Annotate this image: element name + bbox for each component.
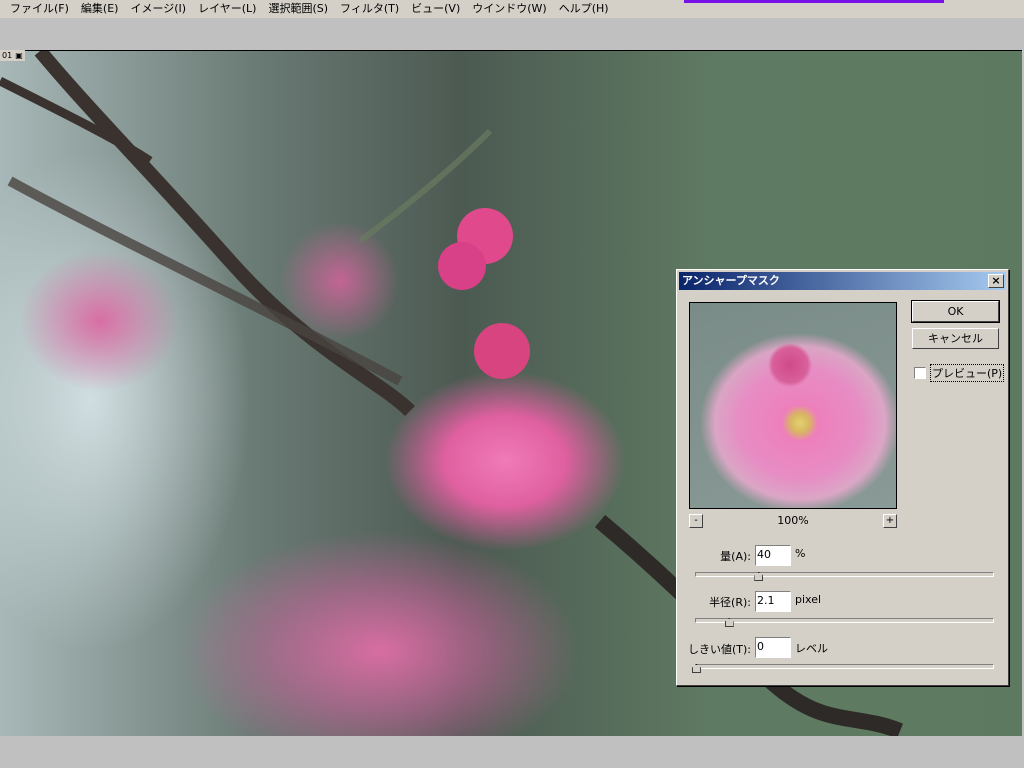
menu-layer[interactable]: レイヤー(L) [192, 0, 262, 18]
zoom-out-button[interactable]: - [689, 514, 703, 528]
ok-button[interactable]: OK [911, 300, 1000, 323]
menu-help[interactable]: ヘルプ(H) [553, 0, 615, 18]
threshold-slider[interactable] [692, 664, 994, 673]
menu-view[interactable]: ビュー(V) [405, 0, 466, 18]
zoom-in-button[interactable]: + [883, 514, 897, 528]
dialog-titlebar[interactable]: アンシャープマスク × [679, 272, 1006, 290]
threshold-unit: レベル [795, 642, 828, 655]
threshold-label: しきい値(T): [687, 643, 751, 656]
checkbox-box[interactable] [914, 367, 926, 379]
radius-slider[interactable] [695, 618, 994, 627]
menu-image[interactable]: イメージ(I) [124, 0, 192, 18]
close-button[interactable]: × [988, 274, 1004, 288]
image-icon: ▣ [15, 51, 23, 60]
taskbar-highlight [684, 0, 944, 3]
menu-select[interactable]: 選択範囲(S) [262, 0, 334, 18]
threshold-input[interactable]: 0 [755, 637, 791, 658]
amount-slider[interactable] [695, 572, 994, 581]
preview-image[interactable] [689, 302, 897, 509]
menu-edit[interactable]: 編集(E) [75, 0, 125, 18]
amount-input[interactable]: 40 [755, 545, 791, 566]
cancel-button[interactable]: キャンセル [912, 328, 999, 349]
options-bar [0, 18, 1024, 49]
unsharp-mask-dialog: アンシャープマスク × OK キャンセル プレビュー(P) - 100% + 量… [676, 269, 1009, 686]
document-tab[interactable]: 01 ▣ [0, 50, 25, 61]
threshold-slider-thumb[interactable] [692, 664, 701, 673]
status-bar [0, 737, 1024, 768]
radius-unit: pixel [795, 593, 822, 606]
document-tab-label: 01 [2, 51, 13, 60]
amount-unit: % [795, 547, 806, 560]
menu-filter[interactable]: フィルタ(T) [334, 0, 405, 18]
menu-window[interactable]: ウインドウ(W) [466, 0, 552, 18]
zoom-level: 100% [777, 514, 809, 527]
amount-label: 量(A): [720, 550, 751, 563]
dialog-title: アンシャープマスク [682, 274, 780, 287]
radius-slider-thumb[interactable] [724, 618, 734, 627]
preview-label: プレビュー(P) [930, 364, 1005, 382]
radius-label: 半径(R): [709, 596, 751, 609]
radius-input[interactable]: 2.1 [755, 591, 791, 612]
amount-slider-thumb[interactable] [754, 572, 764, 581]
preview-checkbox[interactable]: プレビュー(P) [914, 364, 1005, 382]
menu-file[interactable]: ファイル(F) [4, 0, 75, 18]
